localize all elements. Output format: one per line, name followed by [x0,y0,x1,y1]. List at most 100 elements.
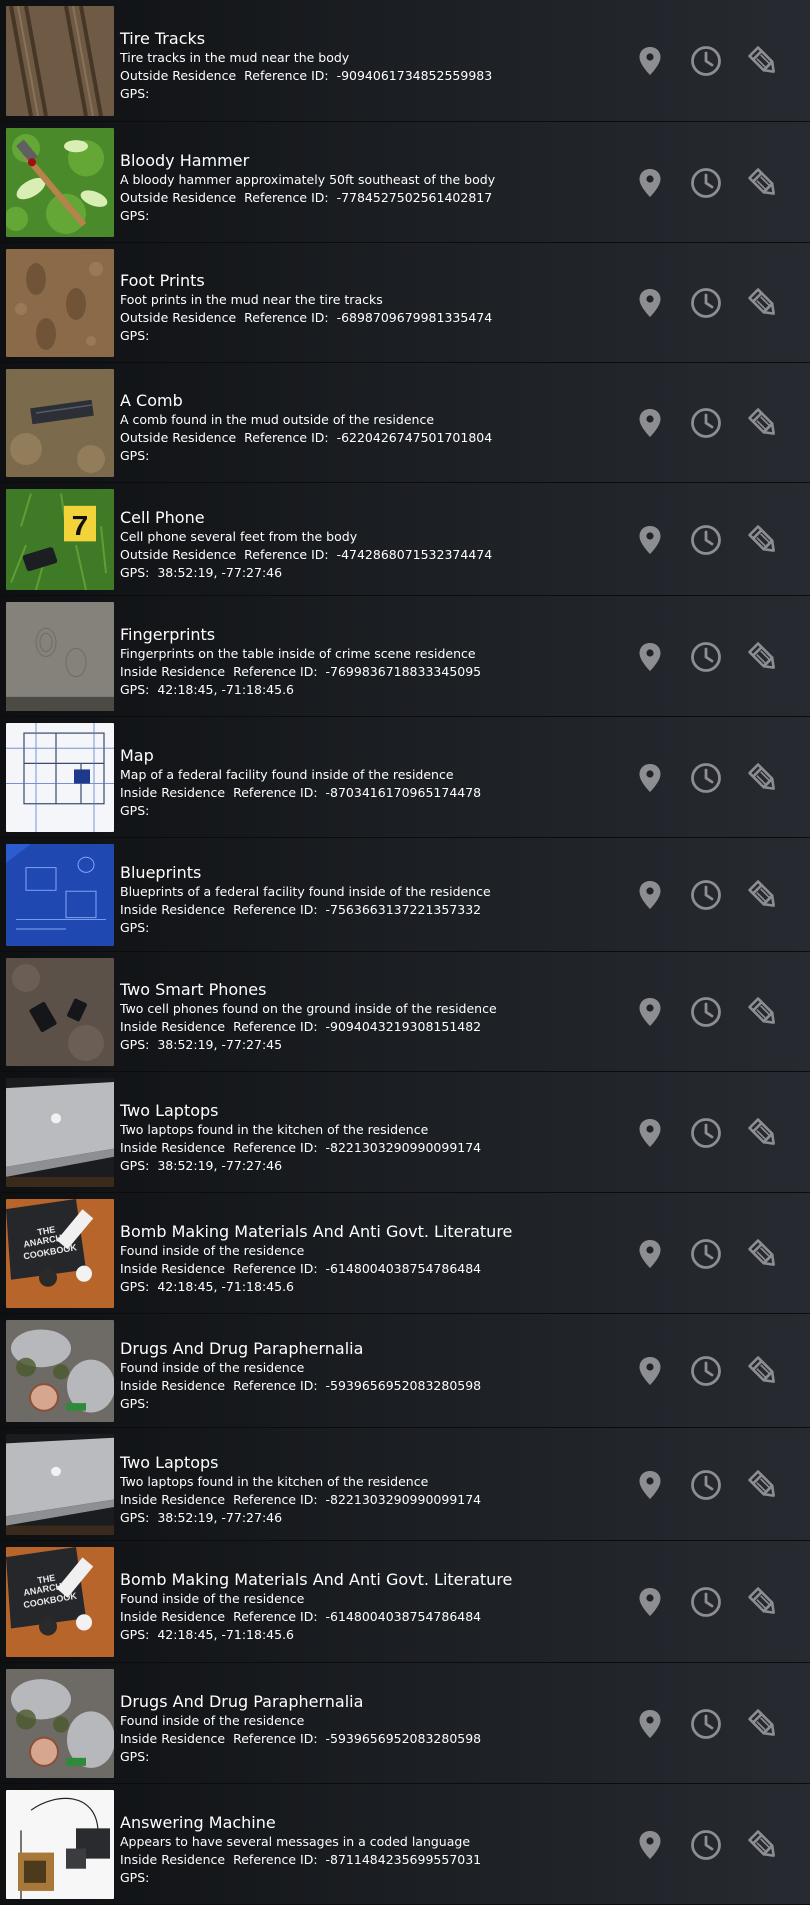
history-button[interactable] [686,992,726,1032]
location-button[interactable] [630,758,670,798]
evidence-location: Outside Residence [120,190,237,205]
history-button[interactable] [686,1351,726,1391]
edit-button[interactable] [743,1465,783,1505]
evidence-location-line: Inside Residence Reference ID: -871148423… [120,1851,640,1869]
edit-button[interactable] [743,520,783,560]
history-button[interactable] [686,637,726,677]
evidence-title: Bloody Hammer [120,151,250,170]
thumbnail-image [6,369,114,477]
evidence-location: Inside Residence [120,1378,226,1393]
edit-button[interactable] [743,163,783,203]
edit-button[interactable] [743,1234,783,1274]
evidence-actions [630,520,800,560]
location-button[interactable] [630,1582,670,1622]
location-button[interactable] [630,1704,670,1744]
location-button[interactable] [630,1465,670,1505]
edit-button[interactable] [743,1582,783,1622]
evidence-item[interactable]: Two Laptops Two laptops found in the kit… [0,1072,810,1193]
edit-button[interactable] [743,41,783,81]
history-button[interactable] [686,1582,726,1622]
evidence-item[interactable]: Map Map of a federal facility found insi… [0,717,810,838]
evidence-description: Foot prints in the mud near the tire tra… [120,292,383,307]
map-pin-icon [639,1588,661,1616]
history-button[interactable] [686,283,726,323]
evidence-location-line: Inside Residence Reference ID: -614800403… [120,1608,640,1626]
evidence-item[interactable]: Blueprints Blueprints of a federal facil… [0,838,810,952]
edit-button[interactable] [743,1351,783,1391]
edit-button[interactable] [743,1704,783,1744]
evidence-item[interactable]: THE ANARCHIST COOKBOOK Bomb Making Materia… [0,1541,810,1663]
location-button[interactable] [630,1351,670,1391]
evidence-item[interactable]: Two Laptops Two laptops found in the kit… [0,1428,810,1541]
thumbnail-image [6,602,114,711]
evidence-item[interactable]: Answering Machine Appears to have severa… [0,1784,810,1905]
location-button[interactable] [630,1113,670,1153]
edit-button[interactable] [743,992,783,1032]
evidence-list: Tire Tracks Tire tracks in the mud near … [0,0,810,1905]
location-button[interactable] [630,403,670,443]
reference-label: Reference ID: [244,310,329,325]
svg-text:7: 7 [72,511,89,542]
reference-label: Reference ID: [233,664,318,679]
evidence-title: Bomb Making Materials And Anti Govt. Lit… [120,1570,513,1589]
history-button[interactable] [686,1825,726,1865]
evidence-location: Inside Residence [120,1852,226,1867]
evidence-item[interactable]: Fingerprints Fingerprints on the table i… [0,596,810,717]
gps-coordinates: 38:52:19, -77:27:45 [157,1037,283,1052]
evidence-item[interactable]: Tire Tracks Tire tracks in the mud near … [0,0,810,122]
thumbnail-image [6,6,114,116]
evidence-item[interactable]: Bloody Hammer A bloody hammer approximat… [0,122,810,243]
thumbnail-image [6,1078,114,1187]
history-button[interactable] [686,403,726,443]
location-button[interactable] [630,520,670,560]
evidence-location: Outside Residence [120,430,237,445]
evidence-item[interactable]: Drugs And Drug Paraphernalia Found insid… [0,1314,810,1428]
evidence-location-line: Outside Residence Reference ID: -77845275… [120,189,640,207]
evidence-item[interactable]: 7 Cell Phone Cell phone several feet fro… [0,483,810,596]
history-button[interactable] [686,758,726,798]
location-button[interactable] [630,875,670,915]
edit-button[interactable] [743,1113,783,1153]
gps-coordinates: 38:52:19, -77:27:46 [157,1158,283,1173]
history-button[interactable] [686,163,726,203]
map-pin-icon [639,1710,661,1738]
reference-label: Reference ID: [233,1019,318,1034]
history-button[interactable] [686,1704,726,1744]
evidence-thumbnail [6,1790,114,1899]
location-button[interactable] [630,41,670,81]
edit-button[interactable] [743,637,783,677]
location-button[interactable] [630,1825,670,1865]
evidence-title: Blueprints [120,863,202,882]
reference-id: -8221303290990099174 [325,1140,482,1155]
evidence-description: Found inside of the residence [120,1713,305,1728]
edit-button[interactable] [743,758,783,798]
evidence-item[interactable]: Two Smart Phones Two cell phones found o… [0,952,810,1072]
edit-button[interactable] [743,403,783,443]
history-button[interactable] [686,1465,726,1505]
reference-label: Reference ID: [244,430,329,445]
evidence-item[interactable]: Foot Prints Foot prints in the mud near … [0,243,810,363]
edit-button[interactable] [743,1825,783,1865]
evidence-thumbnail [6,602,114,711]
pencil-icon [748,168,775,195]
evidence-gps-line: GPS: [120,85,640,103]
location-button[interactable] [630,992,670,1032]
edit-button[interactable] [743,875,783,915]
location-button[interactable] [630,163,670,203]
evidence-location: Inside Residence [120,664,226,679]
history-button[interactable] [686,1113,726,1153]
history-button[interactable] [686,875,726,915]
history-button[interactable] [686,41,726,81]
evidence-gps-line: GPS: [120,1869,640,1887]
edit-button[interactable] [743,283,783,323]
evidence-item[interactable]: THE ANARCHIST COOKBOOK Bomb Making Materia… [0,1193,810,1314]
location-button[interactable] [630,1234,670,1274]
history-button[interactable] [686,520,726,560]
evidence-item[interactable]: A Comb A comb found in the mud outside o… [0,363,810,483]
evidence-item[interactable]: Drugs And Drug Paraphernalia Found insid… [0,1663,810,1784]
location-button[interactable] [630,637,670,677]
evidence-location-line: Inside Residence Reference ID: -593965695… [120,1730,640,1748]
reference-id: -6148004038754786484 [325,1261,482,1276]
history-button[interactable] [686,1234,726,1274]
location-button[interactable] [630,283,670,323]
